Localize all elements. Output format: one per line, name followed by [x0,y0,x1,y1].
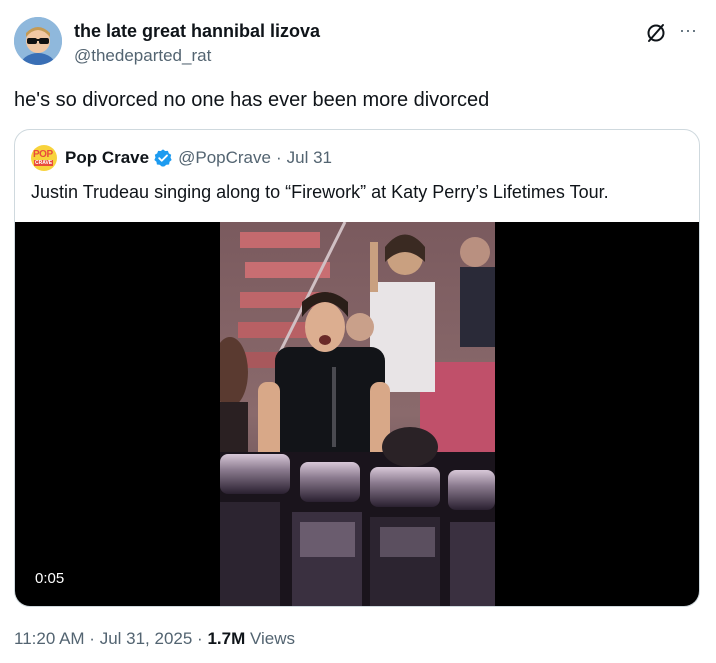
tweet-date[interactable]: Jul 31, 2025 [100,629,193,649]
quoted-author-handle[interactable]: @PopCrave [178,148,271,168]
grok-icon[interactable] [645,22,667,44]
quoted-author-name[interactable]: Pop Crave [65,148,149,168]
tweet-time[interactable]: 11:20 AM [14,629,85,649]
verified-badge-icon [154,149,172,167]
quoted-tweet-text: Justin Trudeau singing along to “Firewor… [31,182,609,202]
quoted-tweet-header: POP CRAVE Pop Crave @PopCrave · Jul 31 [31,145,332,171]
header-separator: · [275,148,282,167]
cartoon-avatar-icon [14,17,62,65]
author-avatar[interactable] [14,17,62,65]
quoted-tweet-date[interactable]: Jul 31 [287,148,332,168]
video-timestamp: 0:05 [29,567,71,591]
video-player[interactable]: 0:05 [15,222,699,606]
avatar-logo-text-bottom: CRAVE [34,160,54,166]
meta-separator: · [84,629,100,648]
more-options-icon[interactable]: ··· [679,21,701,44]
meta-separator: · [192,629,208,648]
views-label: Views [245,629,295,648]
views-count: 1.7M [207,629,246,648]
video-still-image [220,222,495,606]
tweet-meta: 11:20 AM · Jul 31, 2025 · 1.7M Views [14,629,295,649]
avatar-logo-text-top: POP [33,149,53,160]
author-display-name[interactable]: the late great hannibal lizova [74,21,320,42]
quoted-tweet-card[interactable]: POP CRAVE Pop Crave @PopCrave · Jul 31 J… [14,129,700,607]
quoted-author-avatar[interactable]: POP CRAVE [31,145,57,171]
author-handle[interactable]: @thedeparted_rat [74,46,211,66]
video-frame [220,222,495,606]
tweet-text: he's so divorced no one has ever been mo… [14,89,490,111]
